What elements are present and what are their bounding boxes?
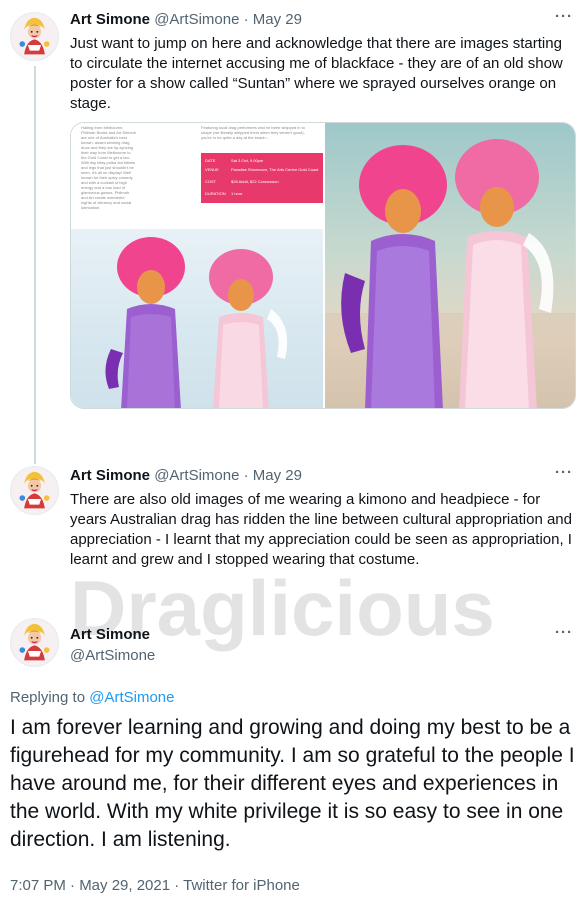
- info-label-venue: VENUE: [205, 167, 219, 172]
- main-tweet-handle[interactable]: @ArtSimone: [70, 646, 155, 666]
- user-handle[interactable]: @ArtSimone: [154, 11, 239, 28]
- tweet-media[interactable]: Hailing from Melbourne, Philmah Bucks an…: [70, 122, 576, 409]
- thread-line: [34, 66, 36, 464]
- avatar[interactable]: [10, 618, 59, 667]
- separator-dot: ·: [243, 11, 249, 28]
- user-handle[interactable]: @ArtSimone: [154, 467, 239, 484]
- drag-queen-avatar-icon: [11, 13, 58, 60]
- info-label-cost: COST: [205, 179, 217, 184]
- more-dots-icon[interactable]: ···: [555, 8, 573, 25]
- performers-illustration: [105, 237, 288, 408]
- tweet-1[interactable]: Art Simone @ArtSimone · May 29 ··· Just …: [0, 0, 588, 464]
- tweet-header: Art Simone @ArtSimone · May 29: [70, 466, 302, 486]
- display-name[interactable]: Art Simone: [70, 467, 150, 484]
- drag-queen-avatar-icon: [11, 619, 58, 666]
- more-dots-icon[interactable]: ···: [555, 624, 573, 641]
- tweet-text: There are also old images of me wearing …: [70, 491, 572, 568]
- main-tweet-text: I am forever learning and growing and do…: [10, 716, 575, 851]
- user-handle[interactable]: @ArtSimone: [70, 647, 155, 664]
- performers-photo-illustration: [325, 139, 575, 408]
- thread-line-top: [34, 460, 36, 464]
- info-value-cost: $28 Adult, $22 Concession: [231, 179, 279, 184]
- drag-queen-avatar-icon: [11, 467, 58, 514]
- avatar[interactable]: [10, 12, 59, 61]
- poster-text-area: Hailing from Melbourne, Philmah Bucks an…: [71, 123, 323, 229]
- poster-photo: [71, 229, 323, 408]
- display-name[interactable]: Art Simone: [70, 626, 150, 643]
- tweet-date[interactable]: May 29: [253, 11, 302, 28]
- display-name[interactable]: Art Simone: [70, 11, 150, 28]
- performers-photo[interactable]: [325, 123, 575, 408]
- separator-dot: ·: [243, 467, 249, 484]
- tweet-header: Art Simone @ArtSimone · May 29: [70, 10, 302, 30]
- more-dots-icon[interactable]: ···: [555, 464, 573, 481]
- tweet-footer-meta[interactable]: 7:07 PM · May 29, 2021 · Twitter for iPh…: [10, 876, 300, 896]
- poster-info-box: DATE Sat 3 Oct, 9.00pm VENUE Paradise Sh…: [201, 153, 323, 203]
- poster-info-rows: DATE Sat 3 Oct, 9.00pm VENUE Paradise Sh…: [205, 158, 319, 196]
- tweet-date[interactable]: May 29: [253, 467, 302, 484]
- replying-prefix: Replying to: [10, 689, 86, 706]
- info-label-date: DATE: [205, 158, 216, 163]
- tweet-text: Just want to jump on here and acknowledg…: [70, 35, 563, 112]
- replying-to: Replying to @ArtSimone: [10, 688, 174, 708]
- poster-featuring: Featuring local drag performers who've b…: [201, 125, 305, 140]
- avatar[interactable]: [10, 466, 59, 515]
- info-value-date: Sat 3 Oct, 9.00pm: [231, 158, 264, 163]
- info-value-duration: 1 hour: [231, 191, 243, 196]
- main-tweet-name[interactable]: Art Simone: [70, 625, 150, 645]
- poster-image[interactable]: Hailing from Melbourne, Philmah Bucks an…: [71, 123, 323, 408]
- info-value-venue: Paradise Showroom, The Arts Centre Gold …: [231, 167, 319, 172]
- replying-to-link[interactable]: @ArtSimone: [89, 689, 174, 706]
- info-label-duration: DURATION: [205, 191, 226, 196]
- poster-description: Hailing from Melbourne, Philmah Bucks an…: [81, 125, 136, 210]
